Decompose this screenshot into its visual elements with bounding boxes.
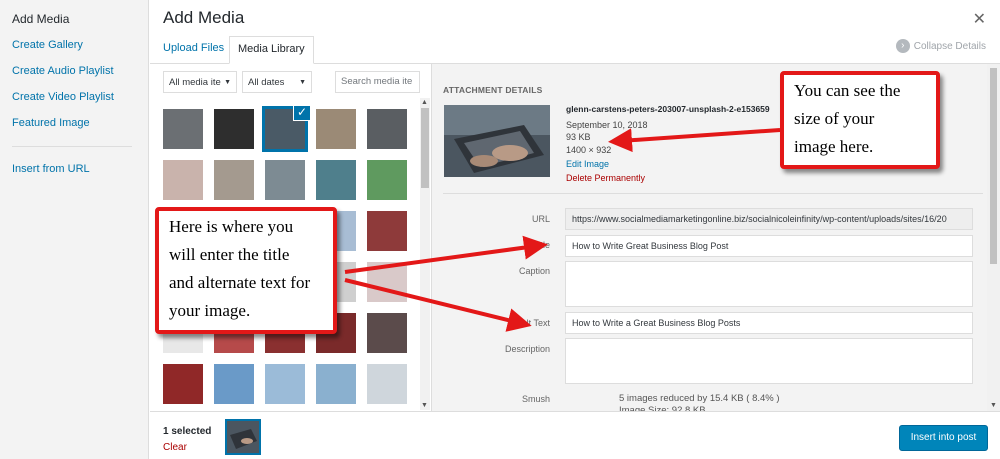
- size-arrow: [608, 128, 781, 153]
- callout-line: size of your: [794, 109, 875, 128]
- title-arrow: [344, 235, 548, 274]
- callout-line: Here is where you: [169, 217, 294, 236]
- callout-line: and alternate text for: [169, 273, 311, 292]
- callout-line: will enter the title: [169, 245, 290, 264]
- size-callout: You can see the size of your image here.: [780, 71, 940, 169]
- annotation-arrows: [344, 128, 781, 332]
- alt-text-arrow: [344, 278, 532, 332]
- title-alt-callout: Here is where you will enter the title a…: [155, 207, 337, 334]
- callout-line: image here.: [794, 137, 874, 156]
- callout-line: You can see the: [794, 81, 901, 100]
- callout-line: your image.: [169, 301, 251, 320]
